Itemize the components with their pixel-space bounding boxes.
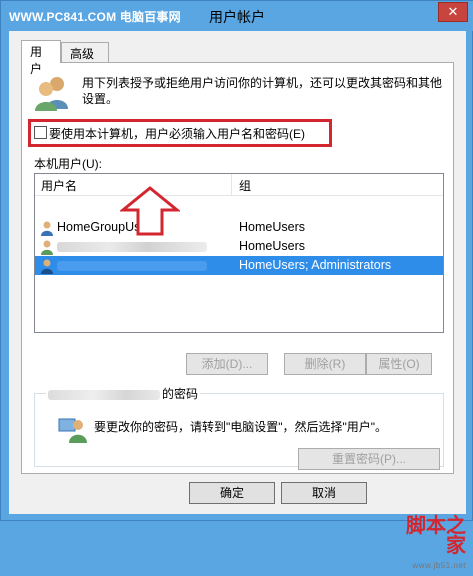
- password-group-title: 的密码: [46, 385, 201, 402]
- user-icon: [41, 259, 53, 274]
- description-text: 用下列表授予或拒绝用户访问你的计算机，还可以更改其密码和其他设置。: [82, 76, 443, 106]
- close-button[interactable]: ✕: [438, 2, 468, 22]
- user-accounts-window: WWW.PC841.COM 电脑百事网 用户帐户 ✕ 用户 高级 用下列表授予或…: [0, 0, 473, 570]
- add-button[interactable]: 添加(D)...: [186, 353, 268, 375]
- password-instructions: 要更改你的密码，请转到"电脑设置"，然后选择"用户"。: [94, 420, 388, 434]
- row-group: HomeUsers; Administrators: [239, 258, 392, 272]
- title-bar[interactable]: WWW.PC841.COM 电脑百事网 用户帐户 ✕: [1, 1, 473, 31]
- user-icon: [41, 221, 53, 236]
- remove-button[interactable]: 删除(R): [284, 353, 366, 375]
- site-watermark: WWW.PC841.COM 电脑百事网: [9, 10, 181, 24]
- redacted-username: [57, 242, 207, 252]
- highlight-box: [28, 119, 332, 147]
- users-tab-panel: 用下列表授予或拒绝用户访问你的计算机，还可以更改其密码和其他设置。 要使用本计算…: [21, 62, 454, 474]
- tab-users[interactable]: 用户: [21, 40, 61, 76]
- users-list[interactable]: 用户名 组 HomeGroupUser$ HomeUsers HomeUsers…: [34, 173, 444, 333]
- table-row[interactable]: HomeUsers: [35, 237, 443, 256]
- window-title: 用户帐户: [209, 9, 265, 25]
- table-row-selected[interactable]: HomeUsers; Administrators: [35, 256, 443, 275]
- tab-advanced[interactable]: 高级: [61, 42, 109, 62]
- column-username[interactable]: 用户名: [41, 177, 77, 194]
- table-row[interactable]: HomeGroupUser$ HomeUsers: [35, 218, 443, 237]
- reset-password-button[interactable]: 重置密码(P)...: [298, 448, 440, 470]
- user-icon: [41, 240, 53, 255]
- up-arrow-icon: [120, 186, 180, 236]
- cancel-button[interactable]: 取消: [281, 482, 367, 504]
- dialog-client-area: 用户 高级 用下列表授予或拒绝用户访问你的计算机，还可以更改其密码和其他设置。 …: [9, 31, 466, 570]
- site-logo-watermark: 脚本之家 www.jb51.net: [406, 515, 466, 570]
- column-separator[interactable]: [231, 174, 232, 196]
- redacted-username: [57, 261, 207, 271]
- properties-button[interactable]: 属性(O): [366, 353, 432, 375]
- close-icon: ✕: [447, 4, 459, 19]
- users-icon: [35, 77, 68, 111]
- users-list-label: 本机用户(U):: [34, 157, 102, 171]
- column-group[interactable]: 组: [239, 177, 251, 194]
- list-header: 用户名 组: [35, 174, 443, 196]
- redacted-account-name: [48, 389, 160, 400]
- row-group: HomeUsers: [239, 220, 305, 234]
- user-password-icon: [58, 418, 87, 443]
- row-group: HomeUsers: [239, 239, 305, 253]
- ok-button[interactable]: 确定: [189, 482, 275, 504]
